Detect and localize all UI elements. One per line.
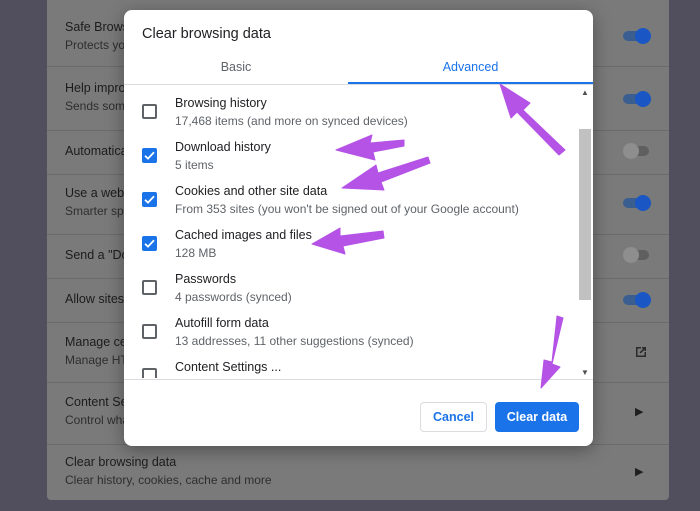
- item-label: Download history: [175, 140, 271, 154]
- allow-sites-toggle[interactable]: [623, 292, 651, 308]
- list-item-cached-images[interactable]: Cached images and files 128 MB: [124, 223, 576, 267]
- dialog-title: Clear browsing data: [142, 26, 271, 42]
- cancel-button[interactable]: Cancel: [420, 402, 487, 432]
- settings-row-subtitle: Manage HT: [65, 353, 128, 367]
- cached-images-checkbox[interactable]: [142, 236, 157, 251]
- list-item-autofill[interactable]: Autofill form data 13 addresses, 11 othe…: [124, 311, 576, 355]
- list-item-passwords[interactable]: Passwords 4 passwords (synced): [124, 267, 576, 311]
- data-type-list: Browsing history 17,468 items (and more …: [124, 85, 593, 378]
- list-scrollbar[interactable]: ▲ ▼: [577, 85, 593, 378]
- download-history-checkbox[interactable]: [142, 148, 157, 163]
- safe-browsing-toggle[interactable]: [623, 28, 651, 44]
- arrow-right-icon: ▶: [635, 466, 644, 478]
- item-label: Passwords: [175, 272, 237, 286]
- settings-row-title: Content Se: [65, 395, 128, 409]
- item-sublabel: 13 addresses, 11 other suggestions (sync…: [175, 334, 414, 348]
- scroll-thumb[interactable]: [579, 129, 591, 300]
- item-sublabel: 4 passwords (synced): [175, 290, 292, 304]
- settings-row-title: Clear browsing data: [65, 455, 177, 469]
- clear-browsing-data-dialog: Clear browsing data Basic Advanced Brows…: [124, 10, 593, 446]
- item-label: Content Settings ...: [175, 360, 282, 374]
- item-label: Browsing history: [175, 96, 267, 110]
- list-item-cookies[interactable]: Cookies and other site data From 353 sit…: [124, 179, 576, 223]
- list-item-content-settings[interactable]: Content Settings ...: [124, 355, 576, 378]
- automatic-toggle[interactable]: [623, 143, 651, 159]
- web-service-toggle[interactable]: [623, 195, 651, 211]
- settings-row-title: Safe Brows: [65, 20, 129, 34]
- item-label: Autofill form data: [175, 316, 269, 330]
- arrow-right-icon: ▶: [635, 406, 644, 418]
- settings-row-clear-browsing-data[interactable]: Clear browsing data Clear history, cooki…: [47, 444, 669, 500]
- checkmark-icon: [144, 239, 155, 248]
- footer-divider: [124, 379, 593, 380]
- browsing-history-checkbox[interactable]: [142, 104, 157, 119]
- settings-row-subtitle: Clear history, cookies, cache and more: [65, 473, 272, 487]
- item-sublabel: 128 MB: [175, 246, 217, 260]
- checkmark-icon: [144, 195, 155, 204]
- do-not-track-toggle[interactable]: [623, 247, 651, 263]
- settings-row-subtitle: Sends som: [65, 99, 126, 113]
- settings-row-title: Use a web: [65, 186, 125, 200]
- settings-row-title: Manage ce: [65, 335, 127, 349]
- clear-data-button[interactable]: Clear data: [495, 402, 579, 432]
- item-label: Cookies and other site data: [175, 184, 328, 198]
- settings-row-subtitle: Protects yo: [65, 38, 126, 52]
- item-sublabel: 17,468 items (and more on synced devices…: [175, 114, 408, 128]
- list-item-download-history[interactable]: Download history 5 items: [124, 135, 576, 179]
- settings-row-title: Send a "Do: [65, 248, 129, 262]
- item-label: Cached images and files: [175, 228, 312, 242]
- settings-row-title: Automatica: [65, 144, 128, 158]
- content-settings-checkbox[interactable]: [142, 368, 157, 378]
- cookies-checkbox[interactable]: [142, 192, 157, 207]
- scroll-up-arrow-icon[interactable]: ▲: [581, 88, 589, 97]
- list-item-browsing-history[interactable]: Browsing history 17,468 items (and more …: [124, 91, 576, 135]
- settings-row-subtitle: Smarter sp: [65, 204, 124, 218]
- settings-row-title: Help impro: [65, 81, 126, 95]
- item-sublabel: From 353 sites (you won't be signed out …: [175, 202, 519, 216]
- settings-row-title: Allow sites: [65, 292, 125, 306]
- help-improve-toggle[interactable]: [623, 91, 651, 107]
- item-sublabel: 5 items: [175, 158, 214, 172]
- checkmark-icon: [144, 151, 155, 160]
- settings-row-subtitle: Control wha: [65, 413, 130, 427]
- passwords-checkbox[interactable]: [142, 280, 157, 295]
- scroll-down-arrow-icon[interactable]: ▼: [581, 368, 589, 377]
- autofill-checkbox[interactable]: [142, 324, 157, 339]
- external-link-icon[interactable]: [633, 344, 649, 360]
